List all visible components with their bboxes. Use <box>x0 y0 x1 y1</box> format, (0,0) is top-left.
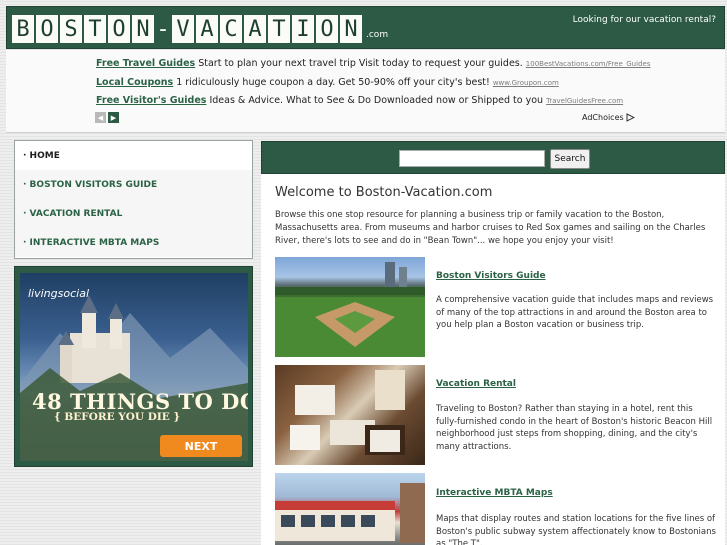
nav-item-visitors-guide[interactable]: · BOSTON VISITORS GUIDE <box>15 170 252 199</box>
adchoices-triangle-icon <box>626 113 635 122</box>
feature-description: A comprehensive vacation guide that incl… <box>436 295 714 330</box>
logo-letter: O <box>316 15 338 43</box>
nav-item-vacation-rental[interactable]: · VACATION RENTAL <box>15 199 252 228</box>
page-title: Welcome to Boston-Vacation.com <box>275 185 493 200</box>
ad-title-link[interactable]: Free Travel Guides <box>96 58 195 69</box>
ad-title-link[interactable]: Local Coupons <box>96 77 173 88</box>
ad-url-link[interactable]: 100BestVacations.com/Free_Guides <box>526 60 651 68</box>
ad-url-link[interactable]: TravelGuidesFree.com <box>546 97 623 105</box>
search-bar: Search <box>261 141 725 174</box>
condo-image[interactable] <box>275 365 425 465</box>
search-button[interactable]: Search <box>550 149 590 169</box>
ad-item[interactable]: Local Coupons 1 ridiculously huge coupon … <box>96 77 559 88</box>
chevron-left-icon[interactable]: ◀ <box>95 112 106 123</box>
ad-pager: ◀ ▶ <box>95 112 119 123</box>
ad-title-link[interactable]: Free Visitor's Guides <box>96 95 206 106</box>
adchoices-link[interactable]: AdChoices <box>582 113 635 122</box>
site-header: B O S T O N - V A C A T I O N .com Looki… <box>6 6 725 49</box>
logo-letter: C <box>220 15 242 43</box>
promo-subheadline: { BEFORE YOU DIE } <box>54 411 181 423</box>
promo-next-button[interactable]: NEXT <box>160 435 242 457</box>
nav-item-mbta-maps[interactable]: · INTERACTIVE MBTA MAPS <box>15 228 252 257</box>
nav-item-home[interactable]: · HOME <box>15 141 252 170</box>
logo-letter: I <box>292 15 314 43</box>
logo-letter: N <box>340 15 362 43</box>
feature-link-vacation-rental[interactable]: Vacation Rental <box>436 379 516 389</box>
vacation-rental-promo-link[interactable]: Looking for our vacation rental? <box>573 15 716 25</box>
castle-illustration <box>20 295 248 461</box>
chevron-right-icon[interactable]: ▶ <box>108 112 119 123</box>
logo-suffix: .com <box>366 30 389 40</box>
search-input[interactable] <box>399 150 545 167</box>
feature-link-visitors-guide[interactable]: Boston Visitors Guide <box>436 271 546 281</box>
promo-brand: livingsocial <box>28 287 89 300</box>
promo-ad[interactable]: livingsocial 48 THINGS TO DO { BEFORE YO… <box>14 266 253 467</box>
adchoices-label: AdChoices <box>582 113 624 122</box>
site-logo[interactable]: B O S T O N - V A C A T I O N .com <box>12 15 388 43</box>
ad-text: Ideas & Advice. What to See & Do Downloa… <box>209 95 544 106</box>
logo-letter: T <box>84 15 106 43</box>
feature-link-mbta-maps[interactable]: Interactive MBTA Maps <box>436 488 553 498</box>
logo-letter: A <box>244 15 266 43</box>
logo-letter: V <box>172 15 194 43</box>
ad-item[interactable]: Free Visitor's Guides Ideas & Advice. Wha… <box>96 95 623 106</box>
feature-description: Maps that display routes and station loc… <box>436 514 716 545</box>
main-content: Search Welcome to Boston-Vacation.com Br… <box>261 141 725 545</box>
logo-letter: B <box>12 15 34 43</box>
fenway-illustration <box>275 262 425 357</box>
logo-dash: - <box>156 16 170 42</box>
logo-letter: O <box>36 15 58 43</box>
ad-text: Start to plan your next travel trip Visi… <box>198 58 523 69</box>
ad-url-link[interactable]: www.Groupon.com <box>493 79 559 87</box>
ad-text: 1 ridiculously huge coupon a day. Get 50… <box>176 77 490 88</box>
ad-item[interactable]: Free Travel Guides Start to plan your nex… <box>96 58 650 69</box>
fenway-park-image[interactable] <box>275 257 425 357</box>
ad-banner: Free Travel Guides Start to plan your nex… <box>6 50 725 133</box>
condo-illustration <box>290 370 405 455</box>
intro-text: Browse this one stop resource for planni… <box>275 210 706 246</box>
logo-letter: S <box>60 15 82 43</box>
logo-letter: N <box>132 15 154 43</box>
logo-letter: O <box>108 15 130 43</box>
train-illustration <box>275 483 425 543</box>
mbta-train-image[interactable] <box>275 473 425 545</box>
left-navigation: · HOME · BOSTON VISITORS GUIDE · VACATIO… <box>14 140 253 259</box>
logo-letter: A <box>196 15 218 43</box>
logo-letter: T <box>268 15 290 43</box>
feature-description: Traveling to Boston? Rather than staying… <box>436 404 713 452</box>
promo-image[interactable]: livingsocial 48 THINGS TO DO { BEFORE YO… <box>20 273 248 461</box>
